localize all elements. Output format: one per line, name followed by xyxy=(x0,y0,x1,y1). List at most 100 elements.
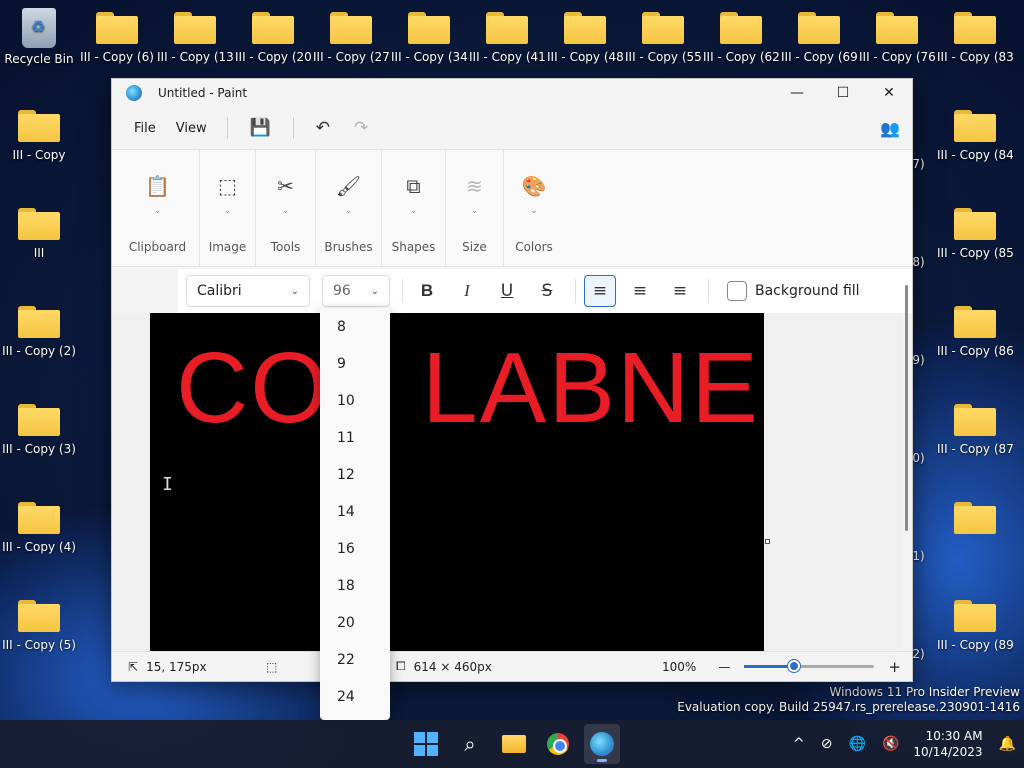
zoom-out-button[interactable]: — xyxy=(718,660,730,674)
clock[interactable]: 10:30 AM 10/14/2023 xyxy=(907,728,990,760)
show-hidden-icons-button[interactable]: ^ xyxy=(785,736,813,752)
align-center-button[interactable]: ≡ xyxy=(624,275,656,307)
window-title: Untitled - Paint xyxy=(158,86,248,100)
desktop-icon-folder[interactable]: III - Copy (48) xyxy=(547,12,623,64)
desktop-icon-folder[interactable]: III - Copy (87) xyxy=(937,404,1013,456)
desktop-icon-folder[interactable] xyxy=(937,502,1013,540)
underline-button[interactable]: U xyxy=(491,275,523,307)
align-left-button[interactable]: ≡ xyxy=(584,275,616,307)
zoom-slider[interactable] xyxy=(744,660,875,672)
title-bar[interactable]: Untitled - Paint — ☐ ✕ xyxy=(112,79,912,107)
desktop-icon-folder[interactable]: III - Copy (41) xyxy=(469,12,545,64)
background-fill-checkbox[interactable] xyxy=(727,281,747,301)
desktop-icon-folder[interactable]: III - Copy (20) xyxy=(235,12,311,64)
folder-icon xyxy=(18,208,60,240)
desktop-icon-folder[interactable]: III - Copy (84) xyxy=(937,110,1013,162)
network-off-icon[interactable]: ⊘ xyxy=(813,736,841,752)
font-size-option[interactable]: 12 xyxy=(320,456,390,493)
align-right-button[interactable]: ≡ xyxy=(664,275,696,307)
folder-icon xyxy=(720,12,762,44)
chrome-icon xyxy=(547,733,569,755)
font-size-option[interactable]: 22 xyxy=(320,641,390,678)
font-size-option[interactable]: 8 xyxy=(320,308,390,345)
file-menu[interactable]: File xyxy=(124,115,166,142)
desktop-icon-folder[interactable]: III - Copy (34) xyxy=(391,12,467,64)
file-explorer-button[interactable] xyxy=(496,724,532,764)
font-size-option[interactable]: 10 xyxy=(320,382,390,419)
desktop-icon-folder[interactable]: III - Copy (5) xyxy=(1,600,77,652)
ribbon-group-clipboard[interactable]: 📋 ⌄ Clipboard xyxy=(116,150,200,266)
paint-window: Untitled - Paint — ☐ ✕ File View 💾 ↶ ↷ 👥… xyxy=(111,78,913,682)
paint-taskbar-button[interactable] xyxy=(584,724,620,764)
minimize-button[interactable]: — xyxy=(774,79,820,107)
cursor-icon: ⇱ xyxy=(128,659,139,674)
toolbar-divider xyxy=(402,279,403,303)
close-button[interactable]: ✕ xyxy=(866,79,912,107)
desktop-icon-folder[interactable]: III xyxy=(1,208,77,260)
canvas-resize-handle[interactable] xyxy=(765,539,770,544)
text-toolbar: Calibri ⌄ 96 ⌄ B I U S ≡ ≡ ≡ Background … xyxy=(178,269,912,313)
desktop-icon-folder[interactable]: III - Copy (55) xyxy=(625,12,701,64)
language-globe-icon[interactable]: 🌐 xyxy=(841,736,874,752)
desktop-icon-folder[interactable]: III - Copy (62) xyxy=(703,12,779,64)
ribbon-group-size[interactable]: ≋ ⌄ Size xyxy=(446,150,504,266)
redo-icon[interactable]: ↷ xyxy=(342,114,380,142)
drawing-canvas[interactable]: CO LABNE xyxy=(150,313,764,653)
share-icon[interactable]: 👥 xyxy=(880,119,900,138)
desktop-icon-folder[interactable]: III - Copy (76) xyxy=(859,12,935,64)
desktop-icon-folder[interactable]: III - Copy (86) xyxy=(937,306,1013,358)
desktop-icon-folder[interactable]: III - Copy (27) xyxy=(313,12,389,64)
desktop-icon-folder[interactable]: III - Copy xyxy=(1,110,77,162)
font-size-option[interactable]: 16 xyxy=(320,530,390,567)
clipboard-icon: 📋 xyxy=(145,174,170,198)
desktop-icon-folder[interactable]: III - Copy (4) xyxy=(1,502,77,554)
desktop-icon-recycle-bin[interactable]: ♻ Recycle Bin xyxy=(1,8,77,66)
desktop-icon-folder[interactable]: III - Copy (3) xyxy=(1,404,77,456)
font-size-option[interactable]: 24 xyxy=(320,678,390,715)
bold-button[interactable]: B xyxy=(411,275,443,307)
ribbon-group-tools[interactable]: ✂ ⌄ Tools xyxy=(256,150,316,266)
desktop-icon-folder[interactable]: III - Copy (89) xyxy=(937,600,1013,652)
maximize-button[interactable]: ☐ xyxy=(820,79,866,107)
zoom-slider-thumb[interactable] xyxy=(788,660,801,672)
undo-icon[interactable]: ↶ xyxy=(304,114,342,142)
folder-icon xyxy=(954,306,996,338)
folder-icon xyxy=(18,404,60,436)
save-icon[interactable]: 💾 xyxy=(238,114,283,142)
desktop-icon-folder[interactable]: III - Copy (6) xyxy=(79,12,155,64)
notification-bell-icon[interactable]: 🔔 xyxy=(991,736,1024,752)
zoom-in-button[interactable]: + xyxy=(888,658,901,676)
chrome-button[interactable] xyxy=(540,724,576,764)
chevron-down-icon: ⌄ xyxy=(344,206,353,216)
desktop-icon-folder[interactable]: III - Copy (2) xyxy=(1,306,77,358)
font-size-select[interactable]: 96 ⌄ xyxy=(322,275,390,307)
volume-muted-icon[interactable]: 🔇 xyxy=(874,736,907,752)
font-size-option[interactable]: 14 xyxy=(320,493,390,530)
ribbon-group-colors[interactable]: 🎨 ⌄ Colors xyxy=(504,150,564,266)
taskbar: ⌕ ^ ⊘ 🌐 🔇 10:30 AM 10/14/2023 🔔 xyxy=(0,720,1024,768)
folder-icon xyxy=(954,12,996,44)
font-size-option[interactable]: 9 xyxy=(320,345,390,382)
menu-bar: File View 💾 ↶ ↷ 👥 xyxy=(112,107,912,149)
font-family-select[interactable]: Calibri ⌄ xyxy=(186,275,310,307)
ribbon-group-brushes[interactable]: 🖌 ⌄ Brushes xyxy=(316,150,382,266)
font-size-option[interactable]: 18 xyxy=(320,567,390,604)
font-size-option[interactable]: 11 xyxy=(320,419,390,456)
search-button[interactable]: ⌕ xyxy=(452,724,488,764)
ribbon-group-image[interactable]: ⬚ ⌄ Image xyxy=(200,150,256,266)
canvas-area[interactable]: CO LABNE xyxy=(112,313,902,653)
folder-icon xyxy=(252,12,294,44)
vertical-scrollbar[interactable] xyxy=(905,285,908,531)
font-size-option[interactable]: 20 xyxy=(320,604,390,641)
view-menu[interactable]: View xyxy=(166,115,217,142)
italic-button[interactable]: I xyxy=(451,275,483,307)
start-button[interactable] xyxy=(408,724,444,764)
selection-size-icon: ⬚ xyxy=(266,659,278,674)
desktop-icon-folder[interactable]: III - Copy (83) xyxy=(937,12,1013,64)
ribbon: 📋 ⌄ Clipboard ⬚ ⌄ Image ✂ ⌄ Tools 🖌 ⌄ Br… xyxy=(112,149,912,267)
desktop-icon-folder[interactable]: III - Copy (13) xyxy=(157,12,233,64)
ribbon-group-shapes[interactable]: ⧉ ⌄ Shapes xyxy=(382,150,446,266)
strikethrough-button[interactable]: S xyxy=(531,275,563,307)
desktop-icon-folder[interactable]: III - Copy (85) xyxy=(937,208,1013,260)
desktop-icon-folder[interactable]: III - Copy (69) xyxy=(781,12,857,64)
